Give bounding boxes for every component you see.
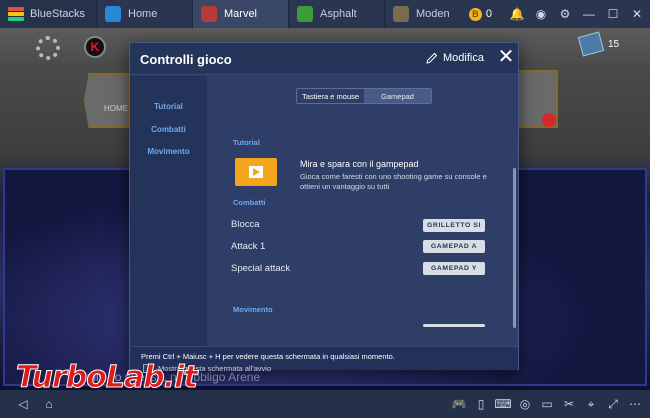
tab-asphalt[interactable]: Asphalt: [288, 0, 384, 28]
scrollbar-thumb[interactable]: [513, 168, 516, 328]
moden-game-icon: [393, 6, 409, 22]
key-binding-special-attack[interactable]: GAMEPAD Y: [423, 262, 485, 275]
key-binding-attack-1[interactable]: GAMEPAD A: [423, 240, 485, 253]
keyboard-icon[interactable]: ⌨: [492, 390, 514, 418]
gem-count: 15: [608, 38, 620, 50]
game-gear-icon: [36, 36, 60, 60]
coin-icon: B: [468, 7, 482, 21]
tutorial-title: Mira e spara con il gampepad: [300, 159, 419, 169]
key-binding-blocca[interactable]: GRILLETTO SI: [423, 219, 485, 232]
tab-label: Marvel: [224, 8, 258, 20]
account-icon[interactable]: ◉: [530, 0, 552, 28]
marvel-game-icon: [201, 6, 217, 22]
section-heading-movimento: Movimento: [233, 305, 273, 314]
pencil-icon: [426, 52, 438, 64]
close-dialog-button[interactable]: ✕: [496, 47, 516, 68]
eye-icon[interactable]: ◎: [514, 390, 536, 418]
edit-button[interactable]: Modifica: [426, 52, 484, 64]
game-home-label: HOME: [104, 104, 128, 113]
more-icon[interactable]: ⋯: [624, 390, 646, 418]
tutorial-thumbnail[interactable]: [235, 158, 277, 186]
edit-label: Modifica: [443, 52, 484, 64]
coin-count[interactable]: 0: [486, 8, 492, 20]
watermark: TurboLab.it: [16, 360, 199, 396]
dialog-sidebar: Tutorial Combatti Movimento: [130, 76, 207, 346]
sidebar-item-tutorial[interactable]: Tutorial: [130, 102, 207, 111]
home-icon: [105, 6, 121, 22]
tab-label: Asphalt: [320, 8, 357, 20]
asphalt-game-icon: [297, 6, 313, 22]
control-label-blocca: Blocca: [231, 219, 260, 230]
play-video-icon: [249, 166, 263, 178]
section-heading-tutorial: Tutorial: [233, 138, 260, 147]
game-badge-icon: K: [84, 36, 106, 58]
game-gem-counter: 15: [577, 31, 620, 57]
tab-label: Home: [128, 8, 158, 20]
game-home-tile: [84, 73, 130, 128]
tab-marvel[interactable]: Marvel: [192, 0, 288, 28]
sidebar-item-combatti[interactable]: Combatti: [130, 125, 207, 134]
bluestacks-logo-icon: [8, 7, 24, 21]
close-icon[interactable]: ✕: [626, 0, 648, 28]
dialog-header: Controlli gioco Modifica ✕: [130, 43, 518, 75]
screen-icon[interactable]: ▭: [536, 390, 558, 418]
tab-home[interactable]: Home: [96, 0, 192, 28]
gem-card-icon: [577, 31, 605, 57]
scissors-icon[interactable]: ✂: [558, 390, 580, 418]
maximize-icon[interactable]: ☐: [602, 0, 624, 28]
app-name: BlueStacks: [30, 8, 86, 20]
tab-label: Moden: [416, 8, 450, 20]
section-heading-combatti: Combatti: [233, 198, 266, 207]
tab-moden[interactable]: Moden: [384, 0, 480, 28]
mode-gamepad[interactable]: Gamepad: [364, 89, 431, 103]
title-bar-controls: B 0 🔔 ◉ ⚙ — ☐ ✕: [468, 0, 650, 28]
mode-keyboard-mouse[interactable]: Tastiera e mouse: [297, 89, 364, 103]
title-bar: BlueStacks Home Marvel Asphalt Moden B 0…: [0, 0, 650, 28]
dialog-content: Tastiera e mouse Gamepad Tutorial Mira e…: [207, 76, 518, 346]
gamepad-icon[interactable]: 🎮: [448, 390, 470, 418]
watermark-text: TurboLab.it: [16, 360, 199, 396]
gear-icon[interactable]: ⚙: [554, 0, 576, 28]
app-logo: BlueStacks: [0, 0, 96, 28]
phone-icon[interactable]: ▯: [470, 390, 492, 418]
input-mode-toggle: Tastiera e mouse Gamepad: [296, 88, 432, 104]
control-label-attack-1: Attack 1: [231, 241, 266, 252]
location-icon[interactable]: ⌖: [580, 390, 602, 418]
key-binding-partial[interactable]: [423, 324, 485, 327]
resize-icon[interactable]: ⤢: [602, 390, 624, 418]
tutorial-description: Gioca come faresti con uno shooting game…: [300, 172, 487, 191]
lock-icon: [542, 113, 556, 127]
bell-icon[interactable]: 🔔: [506, 0, 528, 28]
game-controls-dialog: Controlli gioco Modifica ✕ Tutorial Comb…: [129, 42, 519, 373]
control-label-special-attack: Special attack: [231, 263, 291, 274]
dialog-title: Controlli gioco: [140, 52, 232, 67]
minimize-icon[interactable]: —: [578, 0, 600, 28]
sidebar-item-movimento[interactable]: Movimento: [130, 147, 207, 156]
